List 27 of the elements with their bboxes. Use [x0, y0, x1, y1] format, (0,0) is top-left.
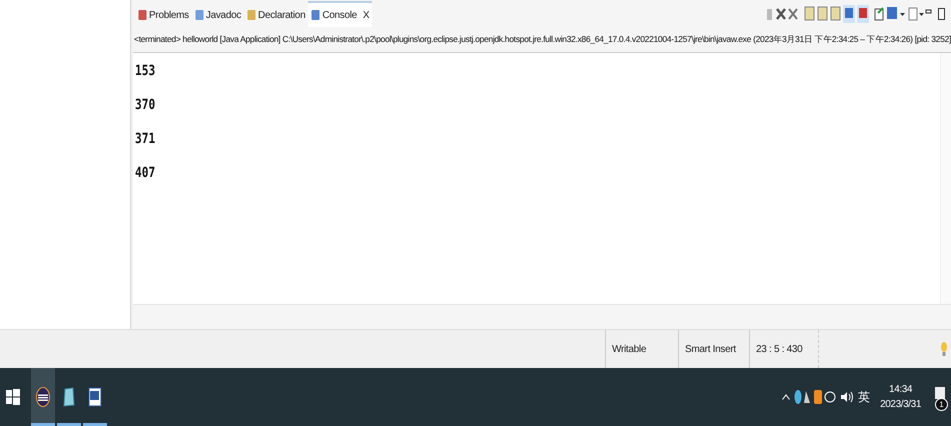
speaker-icon[interactable] — [840, 391, 854, 403]
caret-up-icon[interactable] — [782, 394, 790, 400]
output-line: 371 — [135, 130, 156, 149]
notification-badge: 1 — [935, 398, 948, 410]
clock-time: 14:34 — [889, 383, 912, 397]
view-tab[interactable]: Javadoc — [192, 1, 244, 27]
taskbar-app[interactable] — [31, 368, 55, 426]
console-header: <terminated> helloworld [Java Application] C:\Users\Administrator\.p2\pool\plugins\org.eclipse.justj.openjdk.hotspot.jre.full.win32.x86_64_17.0.4.v20221004-1257\jre\bin\javaw.exe (2023年3月31日 下午2:34:25 – 下午2:34:26) [pid: 3252] — [133, 28, 951, 53]
output-line: 153 — [135, 62, 156, 81]
tray-icons-drawing[interactable] — [794, 389, 836, 405]
close-icon[interactable]: X — [362, 10, 370, 20]
clock-date: 2023/3/31 — [880, 398, 921, 412]
view-tab[interactable]: Declaration — [244, 1, 308, 27]
maximize-icon[interactable] — [938, 8, 945, 20]
windows-logo-icon[interactable] — [6, 389, 20, 405]
word-icon — [88, 387, 102, 407]
notepad-icon — [63, 387, 75, 407]
document-icon — [138, 9, 148, 21]
vertical-scrollbar[interactable] — [940, 53, 951, 304]
document-icon — [247, 9, 256, 21]
output-line: 370 — [135, 96, 156, 115]
output-line: 407 — [135, 164, 156, 183]
view-tab[interactable]: Console X — [308, 1, 372, 27]
eclipse-icon — [36, 387, 50, 407]
ime-indicator[interactable]: 英 — [858, 388, 870, 406]
view-tab[interactable]: Problems — [135, 1, 192, 27]
horizontal-scrollbar[interactable] — [133, 304, 951, 330]
